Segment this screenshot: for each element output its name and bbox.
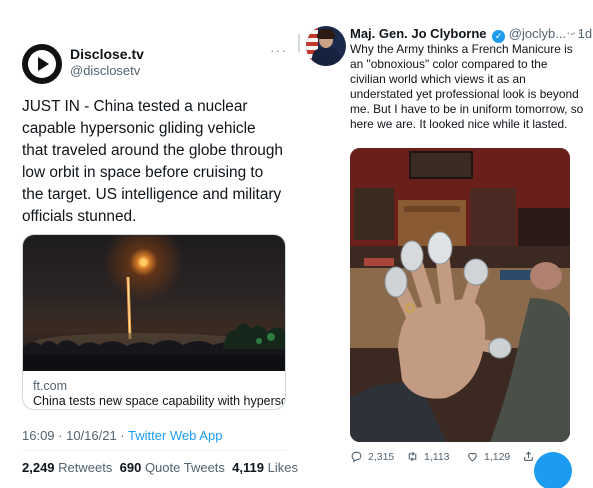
retweet-count: 1,113	[424, 450, 450, 463]
thread-separator	[298, 34, 300, 52]
share-icon	[524, 451, 533, 461]
compose-tweet-button[interactable]	[534, 452, 572, 488]
tweet-photo[interactable]	[350, 148, 570, 442]
retweet-icon	[408, 451, 417, 462]
retweet-button[interactable]: 1,113	[406, 450, 450, 463]
reply-icon	[351, 451, 362, 463]
link-card[interactable]: ft.com China tests new space capability …	[22, 234, 286, 410]
clyborne-avatar[interactable]	[306, 26, 346, 66]
author-line: Maj. Gen. Jo Clyborne ✓ @joclyb... · 1d	[350, 26, 592, 43]
more-options-button[interactable]: ···	[270, 42, 287, 58]
like-count: 1,129	[484, 450, 511, 463]
author-name[interactable]: Disclose.tv	[70, 46, 144, 62]
author-handle[interactable]: @joclyb...	[509, 26, 566, 41]
tweet-meta: 16:09 · 10/16/21 · Twitter Web App	[22, 428, 222, 443]
right-tweet: Maj. Gen. Jo Clyborne ✓ @joclyb... · 1d …	[302, 0, 593, 488]
divider	[22, 450, 286, 451]
like-icon	[468, 452, 477, 462]
tweet-stats: 2,249 Retweets 690 Quote Tweets 4,119 Li…	[22, 460, 298, 475]
quote-tweets-stat[interactable]: 690 Quote Tweets	[120, 460, 225, 475]
card-domain: ft.com	[33, 379, 68, 393]
rocket-launch-image	[23, 235, 285, 371]
author-handle[interactable]: @disclosetv	[70, 63, 140, 78]
tweet-text: Why the Army thinks a French Manicure is…	[350, 42, 584, 131]
left-tweet: Disclose.tv @disclosetv ··· JUST IN - Ch…	[0, 0, 298, 488]
tweet-source[interactable]: Twitter Web App	[128, 428, 222, 443]
likes-stat[interactable]: 4,119 Likes	[232, 460, 298, 475]
retweets-stat[interactable]: 2,249 Retweets	[22, 460, 112, 475]
author-name[interactable]: Maj. Gen. Jo Clyborne	[350, 26, 487, 41]
reply-count: 2,315	[368, 450, 395, 463]
share-button[interactable]	[522, 450, 535, 463]
card-title: China tests new space capability with hy…	[33, 394, 286, 408]
more-options-button[interactable]: ···	[566, 24, 583, 40]
play-logo-icon	[28, 50, 56, 78]
tweet-timestamp[interactable]: 16:09 · 10/16/21 ·	[22, 428, 128, 443]
reply-button[interactable]: 2,315	[350, 450, 394, 463]
disclose-avatar[interactable]	[22, 44, 62, 84]
like-button[interactable]: 1,129	[466, 450, 510, 463]
tweet-text: JUST IN - China tested a nuclear capable…	[22, 98, 283, 225]
